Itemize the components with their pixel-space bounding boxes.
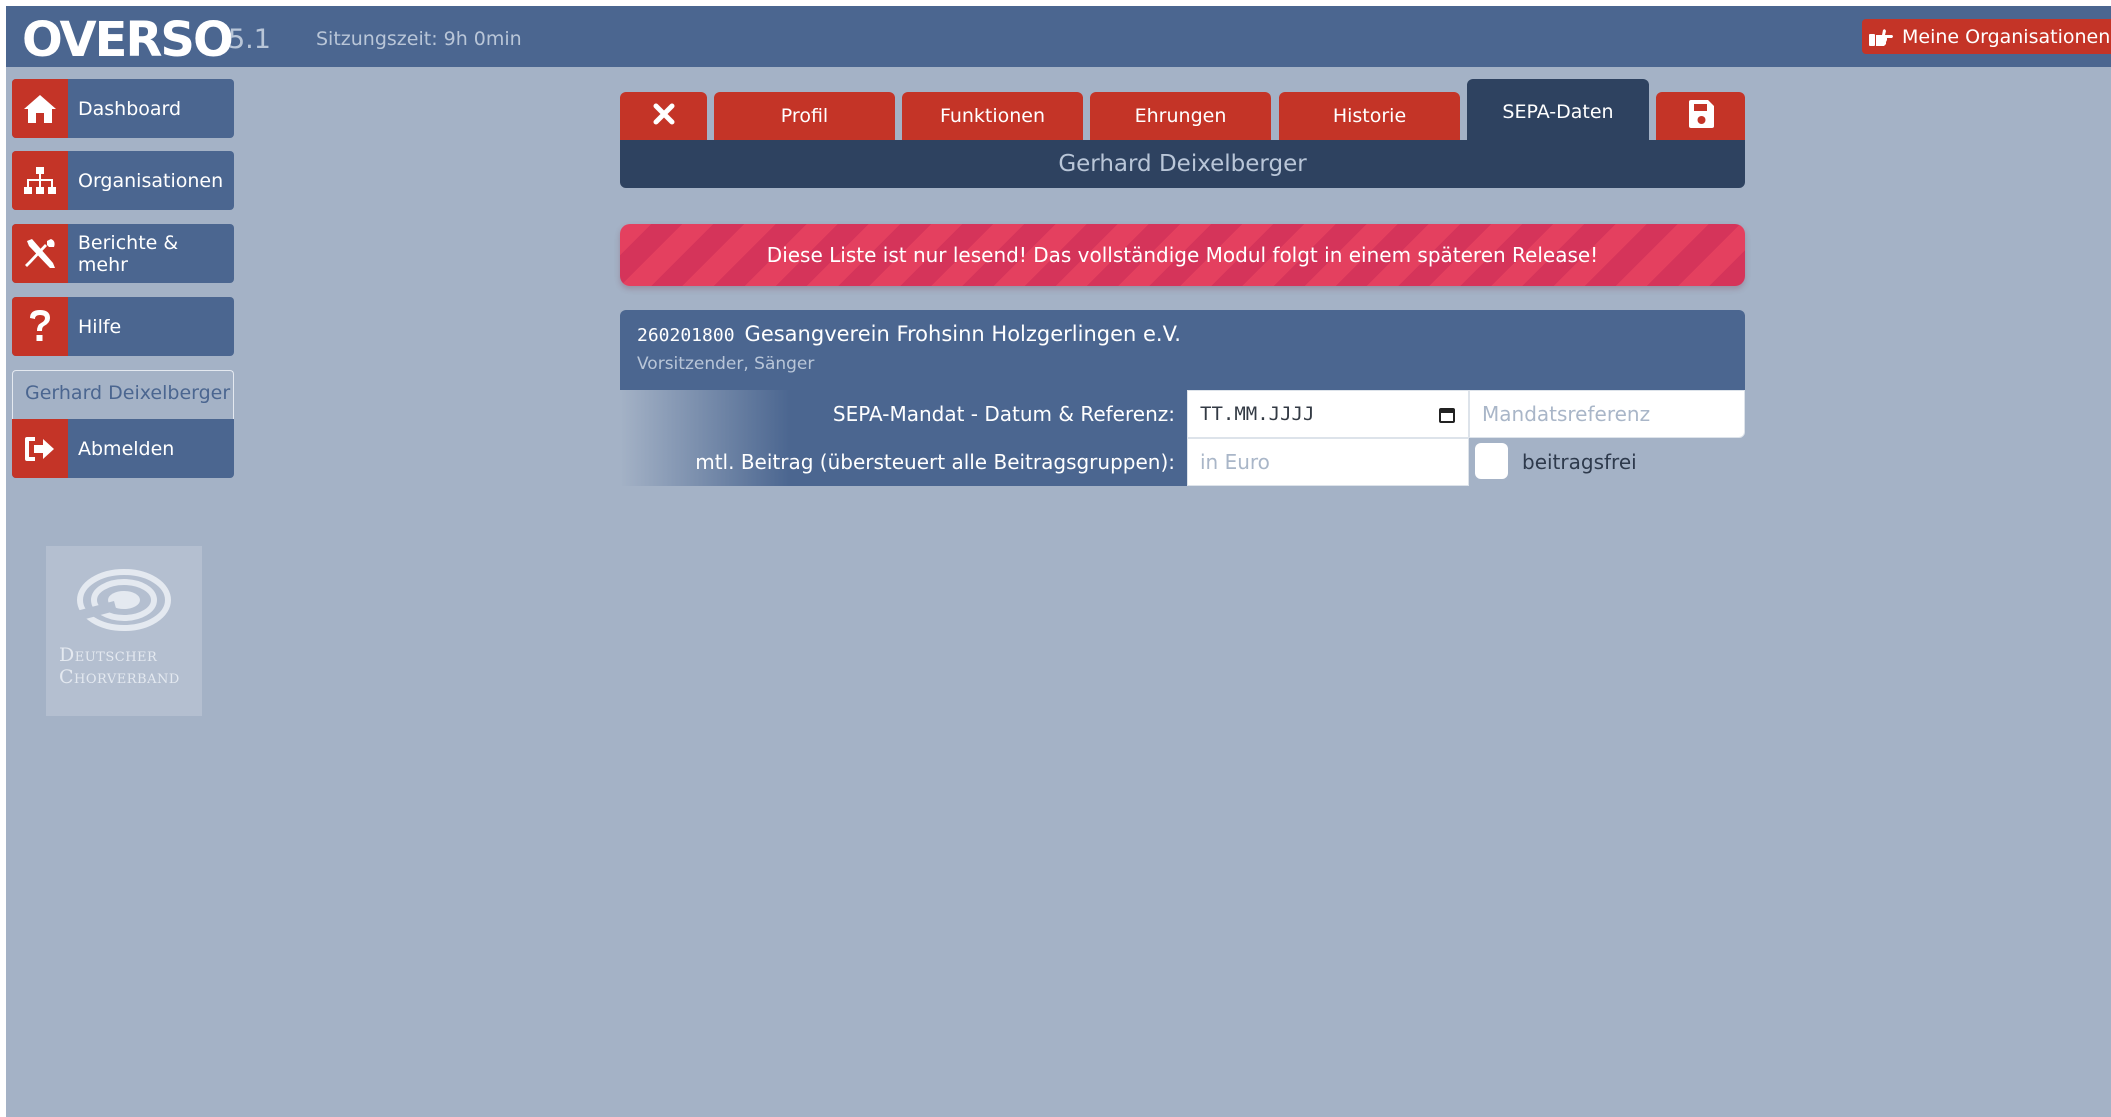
sepa-mandate-date-input[interactable]: TT.MM.JJJJ [1187,390,1469,438]
close-icon [653,103,675,130]
sidebar-item-berichte[interactable]: Berichte & mehr [12,224,234,283]
my-organisations-button[interactable]: Meine Organisationen [1862,19,2111,54]
sidebar-item-label: Berichte & mehr [77,231,179,276]
sidebar-item-label: Organisationen [78,169,224,192]
mandate-reference-input[interactable]: Mandatsreferenz [1469,390,1745,438]
current-user-name: Gerhard Deixelberger [12,370,234,420]
question-icon [12,297,68,356]
sidebar-item-label: Hilfe [78,315,122,338]
app-logo[interactable]: OVERSO [22,12,234,68]
save-icon [1687,99,1715,134]
read-only-warning: Diese Liste ist nur lesend! Das vollstän… [620,224,1745,286]
monthly-fee-placeholder: in Euro [1200,450,1270,474]
session-time: Sitzungszeit: 9h 0min [316,28,522,50]
top-bar: OVERSO 5.1 Sitzungszeit: 9h 0min Meine O… [6,6,2111,68]
tab-historie[interactable]: Historie [1279,92,1460,140]
sitemap-icon [12,151,68,210]
home-icon [12,79,68,138]
sidebar-item-organisationen[interactable]: Organisationen [12,151,234,210]
person-name-bar: Gerhard Deixelberger [620,140,1745,188]
logout-label: Abmelden [78,437,175,460]
app-version: 5.1 [228,24,271,55]
organisation-line: 260201800 Gesangverein Frohsinn Holzgerli… [637,322,1745,346]
tab-funktionen[interactable]: Funktionen [902,92,1083,140]
member-roles: Vorsitzender, Sänger [637,354,815,374]
sidebar-item-dashboard[interactable]: Dashboard [12,79,234,138]
monthly-fee-input[interactable]: in Euro [1187,438,1469,486]
app-window: OVERSO 5.1 Sitzungszeit: 9h 0min Meine O… [6,6,2111,1117]
tools-icon [12,224,68,283]
mandate-reference-placeholder: Mandatsreferenz [1482,402,1651,426]
sepa-mandate-date-value: TT.MM.JJJJ [1200,403,1315,425]
membership-header: 260201800 Gesangverein Frohsinn Holzgerli… [620,310,1745,390]
tab-sepa-daten[interactable]: SEPA-Daten [1467,79,1649,140]
chorverband-logo-line1: Deutscher [59,644,158,666]
close-tab-button[interactable] [620,92,707,140]
tab-ehrungen[interactable]: Ehrungen [1090,92,1271,140]
my-organisations-label: Meine Organisationen [1902,25,2111,48]
organisation-name: Gesangverein Frohsinn Holzgerlingen e.V. [744,322,1181,346]
logout-button[interactable]: Abmelden [12,419,234,478]
sepa-mandate-label: SEPA-Mandat - Datum & Referenz: [620,390,1187,438]
sign-out-icon [12,419,68,478]
save-button[interactable] [1656,92,1745,140]
monthly-fee-label: mtl. Beitrag (übersteuert alle Beitragsg… [620,438,1187,486]
calendar-icon[interactable] [1438,405,1456,429]
chorverband-logo-line2: Chorverband [59,666,180,688]
tab-profil[interactable]: Profil [714,92,895,140]
hand-pointer-icon [1862,27,1900,47]
fee-free-checkbox[interactable] [1475,443,1508,479]
sidebar-item-hilfe[interactable]: Hilfe [12,297,234,356]
chorverband-logo: Deutscher Chorverband [46,546,202,716]
fee-free-label: beitragsfrei [1522,450,1637,474]
sidebar-item-label: Dashboard [78,97,182,120]
organisation-id: 260201800 [637,325,735,346]
